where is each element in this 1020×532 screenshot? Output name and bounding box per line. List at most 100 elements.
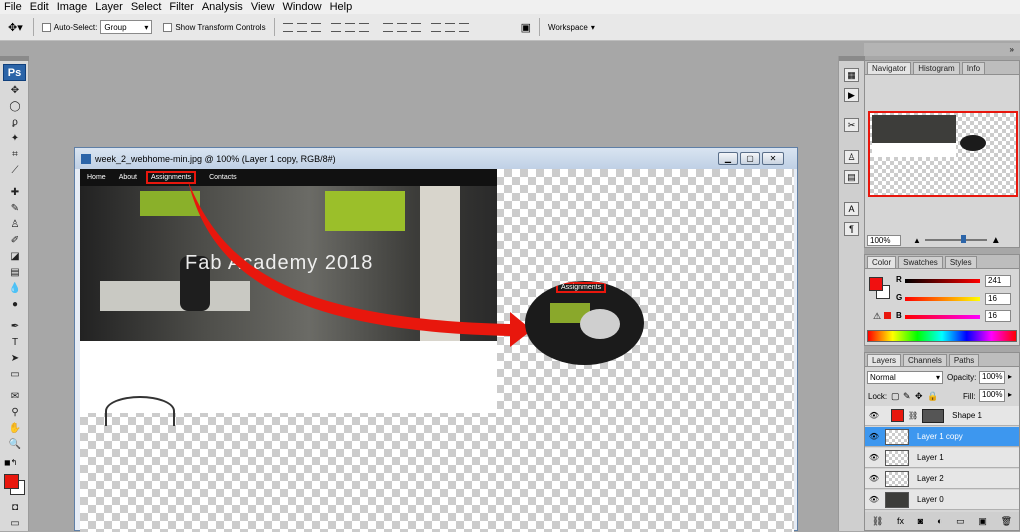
document-canvas[interactable]: Home About Assignments Contacts Fab Acad… <box>80 169 794 532</box>
distribute-left-icon[interactable] <box>430 22 441 32</box>
clone-source-icon[interactable]: ♙ <box>844 150 859 164</box>
delete-layer-icon[interactable]: 🗑 <box>1001 516 1012 527</box>
hand-tool-icon[interactable]: ✋ <box>7 421 23 435</box>
brushes-panel-icon[interactable]: ▦ <box>844 68 859 82</box>
tab-info[interactable]: Info <box>961 62 986 74</box>
type-tool-icon[interactable]: T <box>7 335 23 349</box>
layer-comps-icon[interactable]: ▤ <box>844 170 859 184</box>
pen-tool-icon[interactable]: ✒ <box>7 319 23 333</box>
menu-select[interactable]: Select <box>127 0 166 14</box>
screen-mode-icon[interactable]: ▭ <box>7 516 23 530</box>
history-brush-icon[interactable]: ✐ <box>7 233 23 247</box>
move-tool-preset-icon[interactable]: ✥▾ <box>8 21 23 34</box>
new-group-icon[interactable]: ▭ <box>956 516 965 527</box>
layer-row-layer-1-copy[interactable]: 👁 Layer 1 copy <box>865 427 1019 447</box>
eraser-tool-icon[interactable]: ◪ <box>7 249 23 263</box>
tab-swatches[interactable]: Swatches <box>898 256 943 268</box>
g-value[interactable]: 16 <box>985 293 1011 305</box>
tab-histogram[interactable]: Histogram <box>913 62 960 74</box>
zoom-slider[interactable] <box>924 235 987 243</box>
align-vcenter-icon[interactable] <box>296 22 307 32</box>
layer-row-layer-0[interactable]: 👁 Layer 0 <box>865 490 1019 510</box>
quick-mask-icon[interactable]: ◘ <box>7 500 23 514</box>
tab-color[interactable]: Color <box>867 256 897 268</box>
paragraph-panel-icon[interactable]: ¶ <box>844 222 859 236</box>
opacity-value[interactable]: 100% <box>979 371 1005 384</box>
distribute-vcenter-icon[interactable] <box>396 22 407 32</box>
lock-all-icon[interactable]: 🔒 <box>927 391 938 402</box>
zoom-in-icon[interactable]: ▲ <box>991 235 1001 246</box>
close-button[interactable]: ✕ <box>762 152 784 165</box>
align-top-icon[interactable] <box>282 22 293 32</box>
lock-transparent-icon[interactable]: ▢ <box>891 391 900 402</box>
blur-tool-icon[interactable]: 💧 <box>7 281 23 295</box>
gamut-warning-icon[interactable]: ⚠ <box>873 311 881 322</box>
menu-file[interactable]: File <box>0 0 26 14</box>
path-selection-icon[interactable]: ➤ <box>7 351 23 365</box>
menu-edit[interactable]: Edit <box>26 0 53 14</box>
brush-tool-icon[interactable]: ✎ <box>7 201 23 215</box>
lock-position-icon[interactable]: ✥ <box>915 391 923 402</box>
auto-select-checkbox[interactable] <box>41 22 51 32</box>
default-colors-icon[interactable]: ◼↰ <box>4 458 17 467</box>
lasso-tool-icon[interactable]: ϼ <box>7 115 23 129</box>
new-layer-icon[interactable]: ▣ <box>978 516 987 527</box>
tab-styles[interactable]: Styles <box>944 256 977 268</box>
eye-icon[interactable]: 👁 <box>867 495 881 504</box>
zoom-out-icon[interactable]: ▲ <box>913 236 921 245</box>
auto-select-dropdown[interactable]: Group ▾ <box>100 20 153 34</box>
lock-image-icon[interactable]: ✎ <box>903 391 911 402</box>
menu-layer[interactable]: Layer <box>91 0 127 14</box>
opacity-arrow-icon[interactable]: ▸ <box>1008 372 1012 381</box>
document-titlebar[interactable]: week_2_webhome-min.jpg @ 100% (Layer 1 c… <box>75 148 797 169</box>
tab-channels[interactable]: Channels <box>903 354 947 366</box>
b-slider[interactable] <box>905 315 980 319</box>
gradient-tool-icon[interactable]: ▤ <box>7 265 23 279</box>
distribute-right-icon[interactable] <box>458 22 469 32</box>
distribute-top-icon[interactable] <box>382 22 393 32</box>
tab-navigator[interactable]: Navigator <box>867 62 912 74</box>
healing-brush-icon[interactable]: ✚ <box>7 185 23 199</box>
blend-mode-dropdown[interactable]: Normal ▾ <box>867 371 943 384</box>
foreground-color-swatch[interactable] <box>4 474 19 489</box>
menu-view[interactable]: View <box>247 0 279 14</box>
align-hcenter-icon[interactable] <box>344 22 355 32</box>
add-mask-icon[interactable]: ◙ <box>918 516 923 526</box>
navigator-preview[interactable] <box>868 111 1018 197</box>
zoom-tool-icon[interactable]: 🔍 <box>7 437 23 451</box>
workspace-button[interactable]: Workspace ▾ <box>548 23 595 32</box>
color-spectrum-bar[interactable] <box>867 330 1017 342</box>
align-right-icon[interactable] <box>358 22 369 32</box>
eyedropper-tool-icon[interactable]: ⚲ <box>7 405 23 419</box>
dodge-tool-icon[interactable]: ● <box>7 297 23 311</box>
collapse-icon[interactable]: » <box>1010 45 1014 54</box>
show-transform-checkbox[interactable] <box>163 22 173 32</box>
character-panel-icon[interactable]: A <box>844 202 859 216</box>
maximize-button[interactable]: ▢ <box>740 152 760 165</box>
eye-icon[interactable]: 👁 <box>867 411 881 420</box>
clone-stamp-icon[interactable]: ♙ <box>7 217 23 231</box>
menu-analysis[interactable]: Analysis <box>198 0 247 14</box>
eye-icon[interactable]: 👁 <box>867 432 881 441</box>
actions-panel-icon[interactable]: ▶ <box>844 88 859 102</box>
bridge-icon[interactable]: ▣ <box>521 21 531 34</box>
b-value[interactable]: 16 <box>985 310 1011 322</box>
menu-window[interactable]: Window <box>278 0 325 14</box>
gamut-swatch[interactable] <box>884 312 891 319</box>
notes-tool-icon[interactable]: ✉ <box>7 389 23 403</box>
layer-row-layer-1[interactable]: 👁 Layer 1 <box>865 448 1019 468</box>
magic-wand-tool-icon[interactable]: ✦ <box>7 131 23 145</box>
shape-tool-icon[interactable]: ▭ <box>7 367 23 381</box>
link-icon[interactable]: ⛓ <box>908 411 918 420</box>
fill-arrow-icon[interactable]: ▸ <box>1008 390 1012 399</box>
eye-icon[interactable]: 👁 <box>867 474 881 483</box>
tab-layers[interactable]: Layers <box>867 354 902 366</box>
align-bottom-icon[interactable] <box>310 22 321 32</box>
adjustment-layer-icon[interactable]: ◐ <box>937 516 942 526</box>
link-layers-icon[interactable]: ⛓ <box>872 516 883 527</box>
menu-help[interactable]: Help <box>326 0 357 14</box>
menu-filter[interactable]: Filter <box>165 0 197 14</box>
layer-row-layer-2[interactable]: 👁 Layer 2 <box>865 469 1019 489</box>
slice-tool-icon[interactable]: ⟋ <box>7 163 23 177</box>
layer-row-shape-1[interactable]: 👁 ⛓ Shape 1 <box>865 406 1019 426</box>
